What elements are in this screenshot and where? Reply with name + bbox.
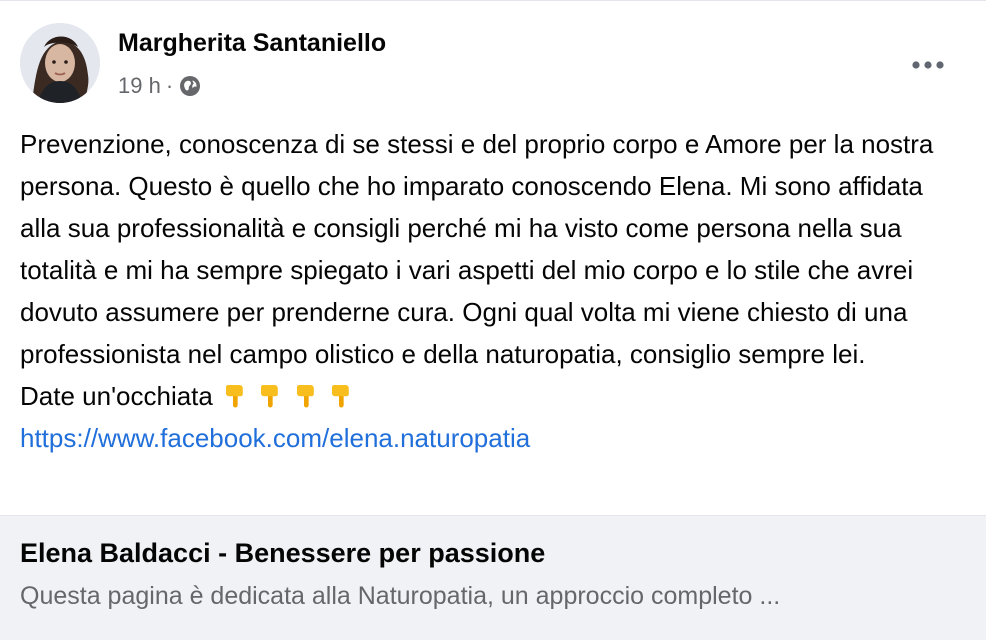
- link-preview-card[interactable]: Elena Baldacci - Benessere per passione …: [0, 515, 986, 640]
- author-name[interactable]: Margherita Santaniello: [118, 29, 386, 58]
- pointing-down-hand-icon: [293, 379, 319, 408]
- post-time[interactable]: 19 h: [118, 73, 161, 99]
- pointing-down-hand-icon: [328, 379, 354, 408]
- avatar[interactable]: [20, 23, 100, 103]
- more-horizontal-icon: [912, 61, 944, 69]
- facebook-post: Margherita Santaniello 19 h · Prevenzion…: [0, 0, 986, 640]
- pointing-down-hand-icon: [257, 379, 283, 408]
- meta-separator: ·: [165, 73, 174, 98]
- post-meta: 19 h ·: [118, 73, 202, 99]
- preview-title[interactable]: Elena Baldacci - Benessere per passione: [20, 538, 545, 569]
- preview-description: Questa pagina è dedicata alla Naturopati…: [20, 582, 781, 610]
- post-header: Margherita Santaniello 19 h ·: [20, 23, 966, 107]
- call-to-action: Date un'occhiata: [20, 375, 964, 417]
- post-link[interactable]: https://www.facebook.com/elena.naturopat…: [20, 417, 530, 459]
- globe-icon[interactable]: [178, 74, 202, 98]
- post-content: Prevenzione, conoscenza di se stessi e d…: [20, 123, 964, 459]
- post-options-button[interactable]: [908, 53, 948, 77]
- post-text: Prevenzione, conoscenza di se stessi e d…: [20, 129, 934, 369]
- cta-text: Date un'occhiata: [20, 381, 213, 411]
- pointing-down-hand-icon: [222, 379, 248, 408]
